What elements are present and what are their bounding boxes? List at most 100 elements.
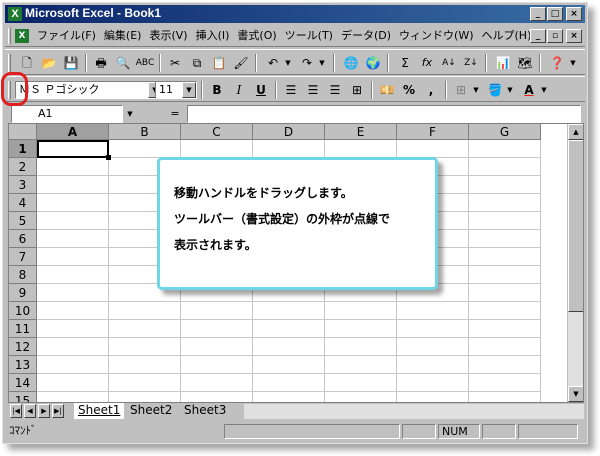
- format-painter-icon[interactable]: 🖌: [231, 54, 251, 72]
- first-sheet-icon[interactable]: |◀: [10, 404, 22, 418]
- copy-icon[interactable]: ⧉: [187, 54, 207, 72]
- menu-window[interactable]: ウィンドウ(W): [395, 29, 477, 43]
- row-header-2[interactable]: 2: [9, 158, 37, 176]
- open-folder-icon[interactable]: 📂: [39, 54, 59, 72]
- web-toolbar-icon[interactable]: 🌍: [363, 54, 383, 72]
- doc-restore-button[interactable]: ▫: [547, 29, 563, 43]
- prev-sheet-icon[interactable]: ◀: [24, 404, 36, 418]
- maximize-button[interactable]: □: [547, 7, 563, 21]
- row-header-4[interactable]: 4: [9, 194, 37, 212]
- row-header-9[interactable]: 9: [9, 284, 37, 302]
- fill-color-icon[interactable]: 🪣: [485, 81, 505, 99]
- column-header-a[interactable]: A: [37, 124, 109, 140]
- comma-style-button[interactable]: ,: [421, 81, 441, 99]
- menu-view[interactable]: 表示(V): [145, 29, 191, 43]
- formula-input[interactable]: [187, 105, 581, 123]
- column-header-d[interactable]: D: [253, 124, 325, 140]
- row-header-14[interactable]: 14: [9, 374, 37, 392]
- row-header-5[interactable]: 5: [9, 212, 37, 230]
- standard-toolbar-move-handle[interactable]: [8, 54, 11, 72]
- menu-insert[interactable]: 挿入(I): [192, 29, 234, 43]
- merge-center-icon[interactable]: ⊞: [347, 81, 367, 99]
- chart-wizard-icon[interactable]: 📊: [493, 54, 513, 72]
- column-header-g[interactable]: G: [469, 124, 541, 140]
- undo-dropdown-icon[interactable]: ▼: [283, 54, 293, 72]
- sheet-tab-sheet3[interactable]: Sheet3: [180, 403, 230, 419]
- fill-color-dropdown-icon[interactable]: ▼: [505, 81, 515, 99]
- redo-dropdown-icon[interactable]: ▼: [317, 54, 327, 72]
- row-header-12[interactable]: 12: [9, 338, 37, 356]
- align-right-icon[interactable]: ☰: [325, 81, 345, 99]
- insert-hyperlink-icon[interactable]: 🌐: [341, 54, 361, 72]
- edit-formula-button[interactable]: =: [165, 105, 185, 123]
- active-cell-a1[interactable]: [37, 140, 109, 158]
- row-header-1[interactable]: 1: [9, 140, 37, 158]
- redo-icon[interactable]: ↷: [297, 54, 317, 72]
- print-icon[interactable]: 🖶: [91, 54, 111, 72]
- doc-minimize-button[interactable]: _: [530, 29, 546, 43]
- italic-button[interactable]: I: [229, 81, 249, 99]
- sheet-tab-sheet1[interactable]: Sheet1: [74, 403, 125, 419]
- minimize-button[interactable]: _: [530, 7, 546, 21]
- toolbar-options-icon[interactable]: ▼: [567, 54, 579, 72]
- print-preview-icon[interactable]: 🔍: [113, 54, 133, 72]
- undo-icon[interactable]: ↶: [263, 54, 283, 72]
- column-header-e[interactable]: E: [325, 124, 397, 140]
- menu-format[interactable]: 書式(O): [233, 29, 280, 43]
- row-header-7[interactable]: 7: [9, 248, 37, 266]
- cut-icon[interactable]: ✂: [165, 54, 185, 72]
- autosum-icon[interactable]: Σ: [395, 54, 415, 72]
- font-name-select[interactable]: ＭＳ Ｐゴシック ▼: [15, 81, 163, 99]
- map-icon[interactable]: 🗺: [515, 54, 535, 72]
- new-file-icon[interactable]: 🗋: [17, 54, 37, 72]
- next-sheet-icon[interactable]: ▶: [38, 404, 50, 418]
- row-header-10[interactable]: 10: [9, 302, 37, 320]
- doc-close-button[interactable]: ×: [566, 29, 582, 43]
- excel-icon[interactable]: X: [8, 7, 22, 21]
- menu-file[interactable]: ファイル(F): [33, 29, 100, 43]
- horizontal-scrollbar[interactable]: [244, 404, 584, 419]
- borders-icon[interactable]: ⊞: [451, 81, 471, 99]
- paste-icon[interactable]: 📋: [209, 54, 229, 72]
- font-size-select[interactable]: 11 ▼: [155, 81, 197, 99]
- save-icon[interactable]: 💾: [61, 54, 81, 72]
- fill-handle[interactable]: [106, 155, 111, 160]
- menu-help[interactable]: ヘルプ(H): [478, 29, 536, 43]
- underline-button[interactable]: U: [251, 81, 271, 99]
- bold-button[interactable]: B: [207, 81, 227, 99]
- name-box-dropdown-icon[interactable]: ▼: [123, 105, 137, 123]
- row-header-13[interactable]: 13: [9, 356, 37, 374]
- font-color-dropdown-icon[interactable]: ▼: [539, 81, 549, 99]
- name-box[interactable]: A1: [11, 105, 123, 123]
- align-center-icon[interactable]: ☰: [303, 81, 323, 99]
- currency-style-icon[interactable]: 💴: [377, 81, 397, 99]
- column-header-b[interactable]: B: [109, 124, 181, 140]
- sort-descending-icon[interactable]: Z↓: [461, 54, 481, 72]
- paste-function-icon[interactable]: fx: [417, 54, 437, 72]
- sheet-tab-sheet2[interactable]: Sheet2: [126, 403, 176, 419]
- workbook-icon[interactable]: X: [15, 29, 29, 43]
- scroll-thumb[interactable]: [568, 140, 583, 312]
- menu-data[interactable]: データ(D): [337, 29, 395, 43]
- scroll-down-icon[interactable]: ▼: [568, 386, 583, 402]
- row-header-11[interactable]: 11: [9, 320, 37, 338]
- close-button[interactable]: ×: [566, 7, 582, 21]
- row-header-6[interactable]: 6: [9, 230, 37, 248]
- scroll-up-icon[interactable]: ▲: [568, 124, 583, 140]
- menu-tools[interactable]: ツール(T): [281, 29, 337, 43]
- office-assistant-icon[interactable]: ❓: [547, 54, 567, 72]
- spellcheck-icon[interactable]: ABC: [135, 54, 155, 72]
- font-color-button[interactable]: A: [519, 81, 539, 99]
- chevron-down-icon[interactable]: ▼: [182, 82, 196, 98]
- percent-style-button[interactable]: %: [399, 81, 419, 99]
- select-all-button[interactable]: [9, 124, 37, 140]
- borders-dropdown-icon[interactable]: ▼: [471, 81, 481, 99]
- column-header-c[interactable]: C: [181, 124, 253, 140]
- row-header-15[interactable]: 15: [9, 392, 37, 402]
- column-header-f[interactable]: F: [397, 124, 469, 140]
- menubar-move-handle[interactable]: [8, 28, 11, 44]
- sort-ascending-icon[interactable]: A↓: [439, 54, 459, 72]
- row-header-8[interactable]: 8: [9, 266, 37, 284]
- last-sheet-icon[interactable]: ▶|: [52, 404, 64, 418]
- vertical-scrollbar[interactable]: ▲ ▼: [567, 124, 583, 402]
